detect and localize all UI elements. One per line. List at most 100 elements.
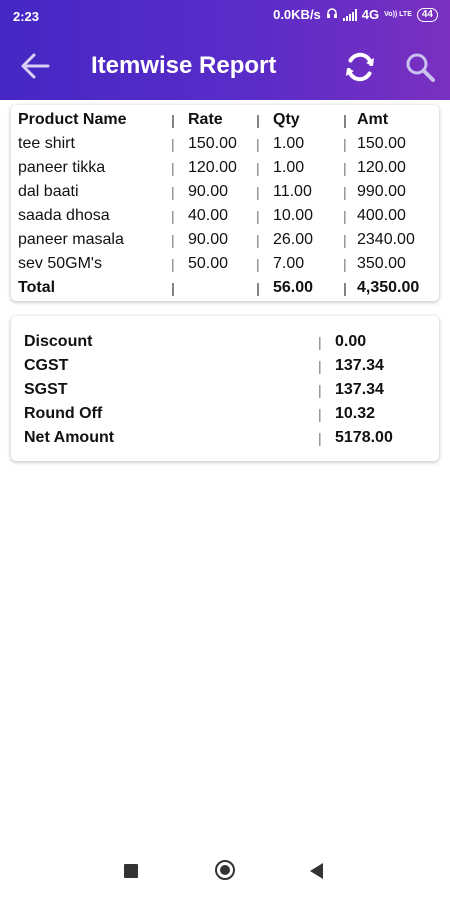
volte-label: Vo)) LTE [384,11,412,18]
summary-row-round-off: Round Off | 10.32 [11,403,439,425]
system-nav-bar [0,850,450,900]
summary-value: 0.00 [335,333,367,350]
product-name: tee shirt [18,135,75,152]
amount-value: 400.00 [357,207,406,224]
column-separator: | [171,184,175,200]
column-separator: | [343,184,347,200]
column-separator: | [171,232,175,248]
column-separator: | [318,382,322,398]
column-separator: | [318,430,322,446]
product-name: saada dhosa [18,207,110,224]
summary-label: CGST [24,357,69,374]
summary-label: Discount [24,333,93,350]
column-separator: | [256,160,260,176]
product-name: paneer tikka [18,159,106,176]
status-time: 2:23 [13,9,40,24]
column-separator: | [343,232,347,248]
column-separator: | [256,280,260,296]
column-separator: | [171,160,175,176]
column-separator: | [171,136,175,152]
net-speed: 0.0KB/s [273,7,321,22]
summary-row-cgst: CGST | 137.34 [11,355,439,377]
items-table-card: Product Name | Rate | Qty | Amt tee shir… [11,105,439,301]
column-separator: | [343,112,347,128]
column-separator: | [343,280,347,296]
amount-value: 990.00 [357,183,406,200]
total-qty: 56.00 [273,279,314,296]
square-recent-apps-icon[interactable] [124,864,138,878]
circle-home-icon[interactable] [215,860,235,880]
table-row[interactable]: paneer tikka | 120.00 | 1.00 | 120.00 [11,157,439,179]
rate-value: 150.00 [188,135,237,152]
column-separator: | [318,406,322,422]
column-header-qty: Qty [273,111,300,128]
column-separator: | [343,160,347,176]
rate-value: 90.00 [188,231,229,248]
summary-row-discount: Discount | 0.00 [11,331,439,353]
amount-value: 150.00 [357,135,406,152]
summary-value: 137.34 [335,357,384,374]
arrow-left-icon [21,53,50,79]
table-row[interactable]: tee shirt | 150.00 | 1.00 | 150.00 [11,133,439,155]
column-separator: | [343,136,347,152]
summary-card: Discount | 0.00 CGST | 137.34 SGST | 137… [11,316,439,461]
table-header: Product Name | Rate | Qty | Amt [11,109,439,131]
triangle-back-icon[interactable] [310,863,323,879]
summary-value: 10.32 [335,405,376,422]
column-separator: | [318,358,322,374]
summary-label: Round Off [24,405,103,422]
qty-value: 26.00 [273,231,314,248]
rate-value: 90.00 [188,183,229,200]
column-separator: | [171,208,175,224]
qty-value: 1.00 [273,159,305,176]
battery-icon: 44 [416,7,438,22]
status-indicators: 0.0KB/s 4G Vo)) LTE 44 [273,7,438,22]
summary-label: Net Amount [24,429,115,446]
column-separator: | [256,136,260,152]
refresh-button[interactable] [342,49,378,85]
column-separator: | [256,112,260,128]
table-row[interactable]: paneer masala | 90.00 | 26.00 | 2340.00 [11,229,439,251]
total-amount: 4,350.00 [357,279,420,296]
column-header-rate: Rate [188,111,223,128]
column-separator: | [256,232,260,248]
column-separator: | [256,256,260,272]
rate-value: 50.00 [188,255,229,272]
headphone-icon [326,7,338,22]
status-bar: 2:23 0.0KB/s 4G Vo)) LTE 44 [0,0,450,32]
amount-value: 350.00 [357,255,406,272]
column-separator: | [171,280,175,296]
column-separator: | [318,334,322,350]
column-header-amt: Amt [357,111,389,128]
column-separator: | [171,256,175,272]
column-separator: | [343,256,347,272]
table-total-row: Total | | 56.00 | 4,350.00 [11,277,439,299]
qty-value: 7.00 [273,255,305,272]
qty-value: 11.00 [273,183,312,200]
qty-value: 1.00 [273,135,305,152]
rate-value: 40.00 [188,207,229,224]
summary-row-sgst: SGST | 137.34 [11,379,439,401]
table-row[interactable]: saada dhosa | 40.00 | 10.00 | 400.00 [11,205,439,227]
back-button[interactable] [18,50,54,82]
refresh-icon [346,52,374,82]
amount-value: 120.00 [357,159,406,176]
page-title: Itemwise Report [91,52,277,79]
column-separator: | [171,112,175,128]
app-bar: 2:23 0.0KB/s 4G Vo)) LTE 44 Itemwise Rep… [0,0,450,100]
rate-value: 120.00 [188,159,237,176]
column-separator: | [343,208,347,224]
search-button[interactable] [403,51,437,85]
table-row[interactable]: dal baati | 90.00 | 11.00 | 990.00 [11,181,439,203]
qty-value: 10.00 [273,207,314,224]
summary-value: 137.34 [335,381,384,398]
summary-value: 5178.00 [335,429,393,446]
table-row[interactable]: sev 50GM's | 50.00 | 7.00 | 350.00 [11,253,439,275]
product-name: dal baati [18,183,79,200]
column-separator: | [256,184,260,200]
signal-icon [342,8,357,21]
search-icon [406,53,435,82]
column-header-product: Product Name [18,111,127,128]
summary-label: SGST [24,381,68,398]
summary-row-net-amount: Net Amount | 5178.00 [11,427,439,449]
